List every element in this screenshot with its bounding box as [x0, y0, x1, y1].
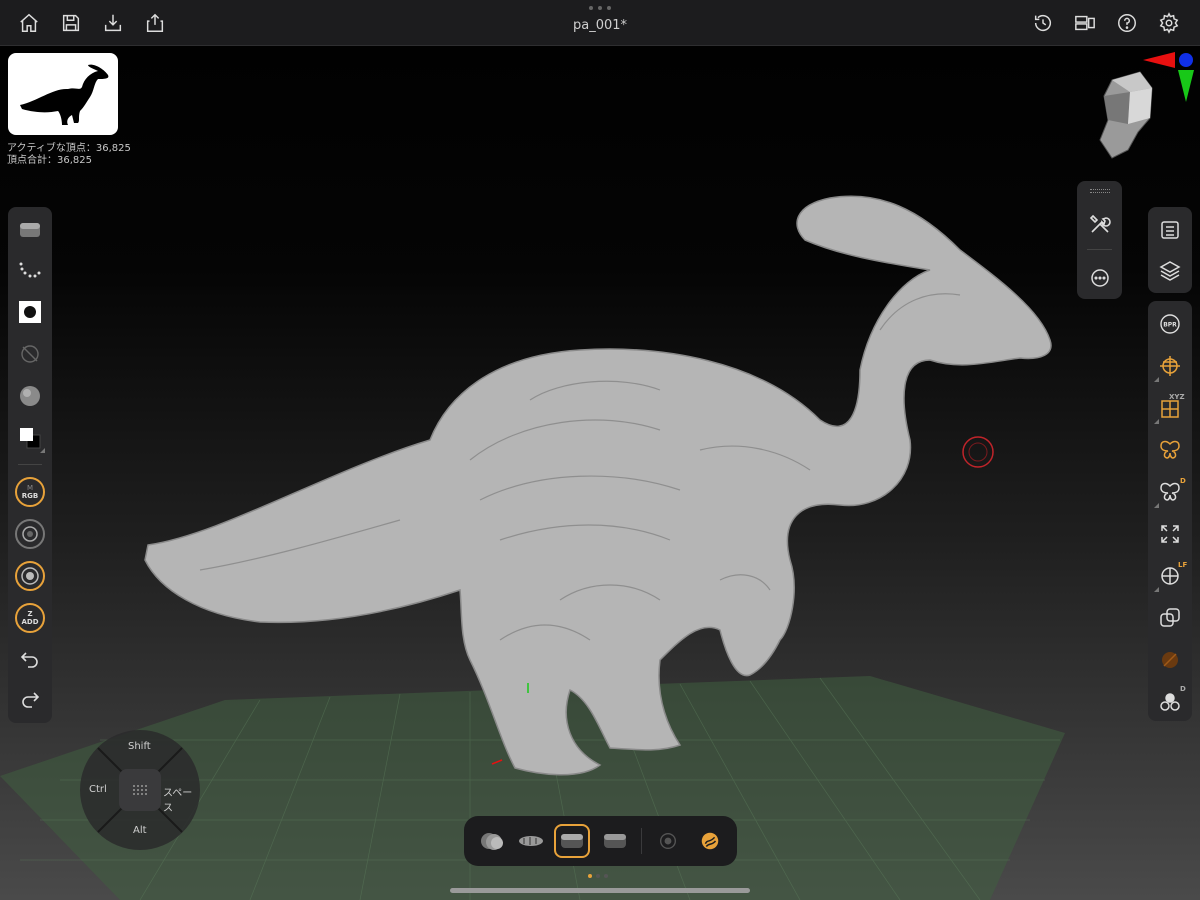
- dock-brush-1[interactable]: [474, 824, 510, 858]
- d-badge-2: D: [1180, 685, 1186, 693]
- modifier-pad: Shift Ctrl スペース Alt: [79, 729, 201, 851]
- dock-brush-4[interactable]: [597, 824, 633, 858]
- dock-material-icon[interactable]: [692, 824, 728, 858]
- xyz-badge: XYZ: [1169, 393, 1185, 401]
- lf-badge: LF: [1178, 561, 1188, 569]
- home-indicator[interactable]: [450, 888, 750, 893]
- transparency-icon[interactable]: [1155, 603, 1185, 633]
- brush-icon[interactable]: [15, 215, 45, 245]
- material-icon[interactable]: [15, 381, 45, 411]
- redo-icon[interactable]: [15, 685, 45, 715]
- color-ring-top-label: M: [26, 484, 34, 492]
- texture-off-icon[interactable]: [15, 339, 45, 369]
- draw-size-ring[interactable]: [15, 561, 45, 591]
- dock-brush-2[interactable]: [513, 824, 549, 858]
- symmetry-icon[interactable]: [1155, 435, 1185, 465]
- top-toolbar: pa_001*: [0, 0, 1200, 46]
- vertex-stats: アクティブな頂点：36,825 頂点合計：36,825: [7, 143, 131, 167]
- help-icon[interactable]: [1113, 9, 1141, 37]
- dinosaur-model[interactable]: [144, 195, 1052, 776]
- document-title[interactable]: pa_001*: [500, 18, 700, 33]
- solo-mode-icon[interactable]: [1155, 645, 1185, 675]
- color-ring-label: RGB: [21, 492, 39, 500]
- ctrl-key[interactable]: Ctrl: [89, 784, 107, 795]
- history-icon[interactable]: [1029, 9, 1057, 37]
- layout-icon[interactable]: [1071, 9, 1099, 37]
- perspective-icon[interactable]: [1155, 351, 1185, 381]
- quick-tool-panel: [1077, 181, 1122, 299]
- shift-key[interactable]: Shift: [128, 741, 151, 752]
- undo-icon[interactable]: [15, 645, 45, 675]
- z-ring-top-label: Z: [27, 610, 33, 618]
- d-badge: D: [1180, 477, 1186, 485]
- more-options-icon[interactable]: [1085, 263, 1115, 293]
- bpr-label: BPR: [1163, 322, 1177, 329]
- z-ring-label: ADD: [21, 618, 39, 626]
- document-thumbnail[interactable]: [8, 53, 118, 135]
- grabber-handle[interactable]: [589, 6, 611, 12]
- left-tool-panel: M RGB Z ADD: [8, 207, 52, 723]
- share-icon[interactable]: [141, 9, 169, 37]
- home-icon[interactable]: [15, 9, 43, 37]
- tool-palette-icon[interactable]: [1155, 215, 1185, 245]
- dock-brush-3-selected[interactable]: [554, 824, 590, 858]
- stroke-icon[interactable]: [15, 255, 45, 285]
- dock-page-indicator[interactable]: [588, 874, 608, 878]
- layers-icon[interactable]: [1155, 255, 1185, 285]
- fit-view-icon[interactable]: [1155, 519, 1185, 549]
- space-key[interactable]: スペース: [163, 784, 201, 814]
- color-mode-ring[interactable]: M RGB: [15, 477, 45, 507]
- brush-cursor: [962, 436, 994, 468]
- import-icon[interactable]: [99, 9, 127, 37]
- right-top-panel: [1148, 207, 1192, 293]
- alpha-icon[interactable]: [15, 297, 45, 327]
- panel-grip-handle[interactable]: [1090, 189, 1110, 193]
- intensity-ring[interactable]: [15, 519, 45, 549]
- brush-dock: [464, 816, 737, 866]
- active-vertices: アクティブな頂点：36,825: [7, 143, 131, 154]
- right-view-panel: BPR XYZ D LF D: [1148, 301, 1192, 721]
- tools-icon[interactable]: [1085, 209, 1115, 239]
- save-icon[interactable]: [57, 9, 85, 37]
- bpr-render-button[interactable]: BPR: [1155, 309, 1185, 339]
- z-add-ring[interactable]: Z ADD: [15, 603, 45, 633]
- total-vertices: 頂点合計：36,825: [7, 155, 92, 166]
- orientation-head-gizmo[interactable]: [1099, 71, 1153, 159]
- settings-icon[interactable]: [1155, 9, 1183, 37]
- dock-mask-icon[interactable]: [650, 824, 686, 858]
- alt-key[interactable]: Alt: [133, 825, 147, 836]
